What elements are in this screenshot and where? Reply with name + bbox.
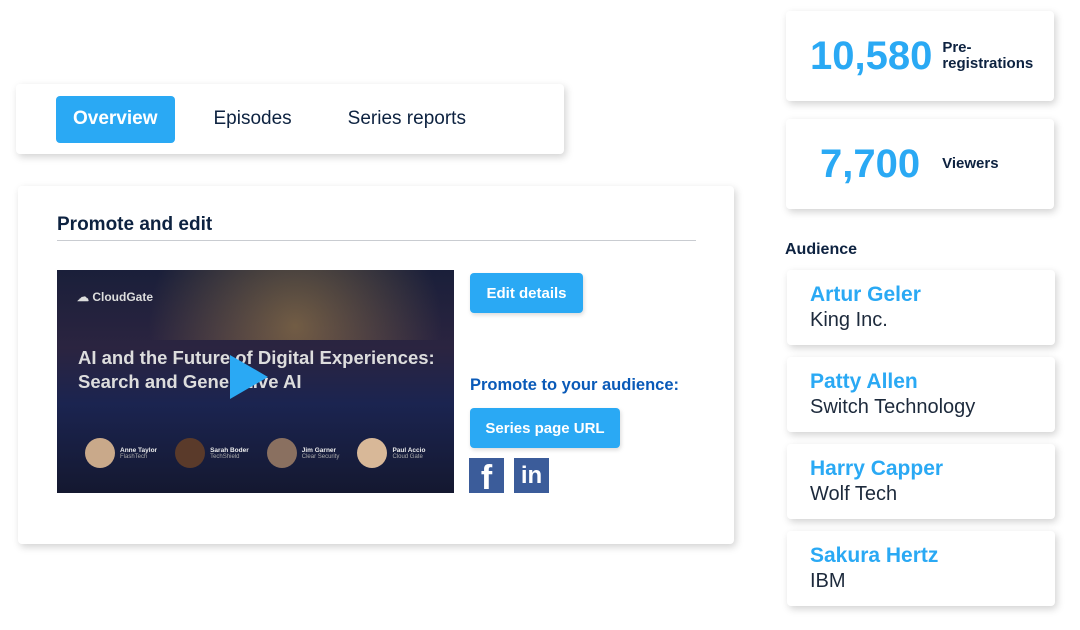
audience-item[interactable]: Harry Capper Wolf Tech [787,444,1055,519]
play-icon[interactable] [230,355,268,399]
stat-value: 7,700 [820,141,921,186]
speaker-list: Anne Taylor FlashTech Sarah Boder TechShie… [85,438,425,468]
speaker: Jim Garner Clear Security [266,438,340,468]
speaker-name: Paul Accio [392,446,426,454]
speaker-company: FlashTech [120,453,148,460]
avatar [175,438,206,468]
person-name: Artur Geler [810,283,921,306]
stat-preregistrations: 10,580 Pre-registrations [786,11,1054,101]
series-page-url-button[interactable]: Series page URL [470,408,620,448]
promote-panel: Promote and edit ☁ CloudGate AI and the … [18,186,734,544]
person-company: Wolf Tech [810,483,898,505]
person-name: Harry Capper [810,457,944,480]
city-backdrop [57,270,454,340]
stat-viewers: 7,700 Viewers [786,119,1054,209]
person-name: Sakura Hertz [810,544,939,567]
video-thumbnail[interactable]: ☁ CloudGate AI and the Future of Digital… [57,270,454,493]
avatar [85,438,115,468]
speaker-name: Anne Taylor [120,446,158,454]
audience-item[interactable]: Sakura Hertz IBM [787,531,1055,606]
audience-title: Audience [785,241,858,258]
person-name: Patty Allen [810,370,918,393]
brand-logo: ☁ CloudGate [77,290,154,304]
speaker-company: TechShield [210,453,240,460]
person-company: Switch Technology [810,396,976,418]
person-company: King Inc. [810,309,888,331]
divider [57,240,696,241]
speaker-name: Sarah Boder [210,446,249,454]
stat-label: Viewers [942,155,999,172]
edit-details-button[interactable]: Edit details [470,273,583,313]
audience-item[interactable]: Artur Geler King Inc. [787,270,1055,345]
tab-episodes[interactable]: Episodes [197,96,309,143]
stat-label: Pre-registrations [942,39,1034,72]
section-title: Promote and edit [57,214,213,235]
promote-label: Promote to your audience: [470,376,680,394]
tab-series-reports[interactable]: Series reports [331,96,483,143]
linkedin-icon[interactable]: in [514,458,549,493]
speaker: Anne Taylor FlashTech [85,438,157,468]
tab-bar: Overview Episodes Series reports [16,84,564,154]
avatar [266,438,297,468]
speaker-company: Cloud Gate [392,453,423,460]
audience-item[interactable]: Patty Allen Switch Technology [787,357,1055,432]
stat-value: 10,580 [810,33,933,78]
avatar [357,438,388,468]
tab-overview[interactable]: Overview [56,95,175,143]
speaker: Paul Accio Cloud Gate [357,438,425,468]
speaker-name: Jim Garner [301,446,337,454]
speaker-company: Clear Security [301,453,340,460]
speaker: Sarah Boder TechShield [175,438,249,468]
person-company: IBM [810,570,846,592]
facebook-icon[interactable]: f [469,458,504,495]
